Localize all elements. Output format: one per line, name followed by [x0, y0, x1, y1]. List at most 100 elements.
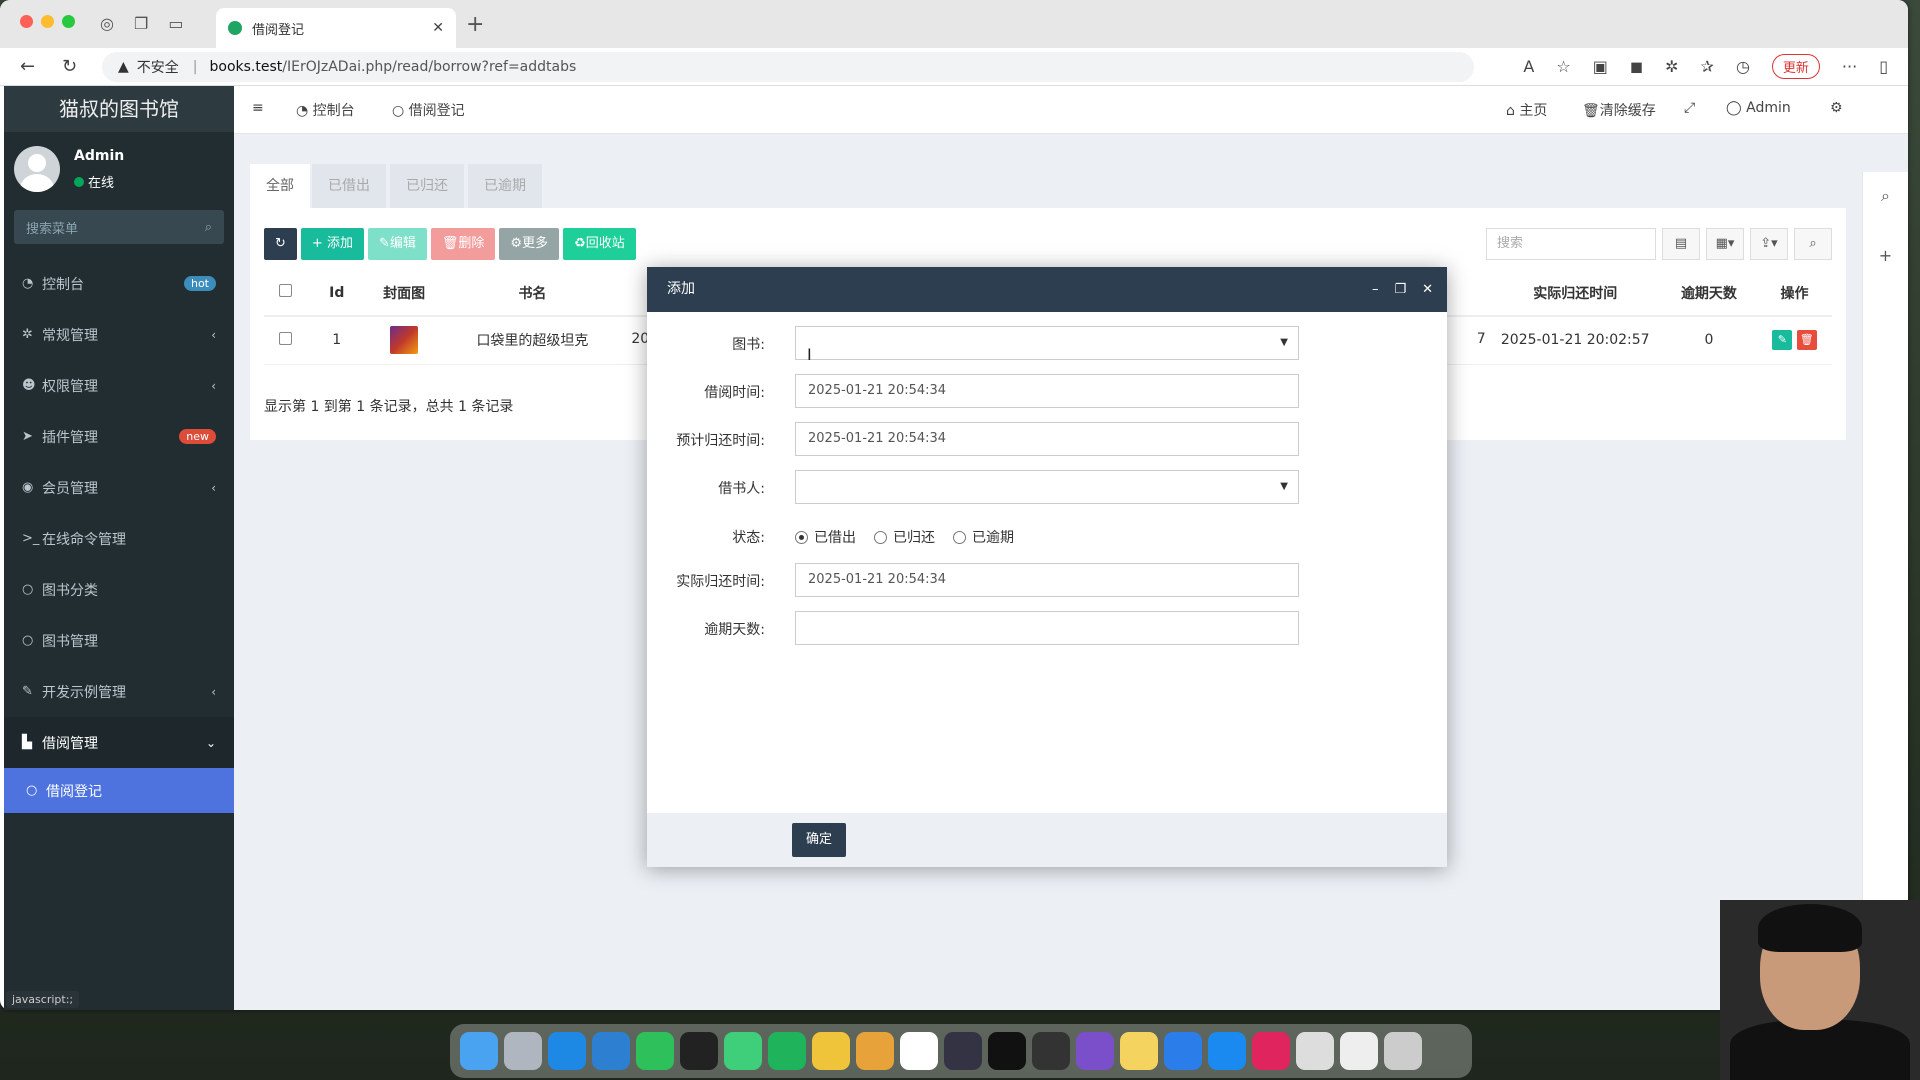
profile-icon[interactable]: ◎: [100, 14, 114, 33]
document-icon[interactable]: [1340, 1032, 1378, 1070]
refresh-button[interactable]: ↻: [264, 228, 297, 260]
vscode-icon[interactable]: [592, 1032, 630, 1070]
status-radio-borrowed[interactable]: 已借出: [795, 527, 856, 547]
appstore-icon[interactable]: [1208, 1032, 1246, 1070]
delete-button[interactable]: 🗑删除: [430, 228, 496, 260]
row-delete-icon[interactable]: 🗑: [1796, 330, 1817, 351]
settings-icon[interactable]: ⚙: [1830, 100, 1843, 116]
clear-cache-button[interactable]: 🗑清除缓存: [1582, 100, 1656, 120]
sidebar-item-book-category[interactable]: ○ 图书分类: [4, 564, 234, 615]
columns-icon[interactable]: ▦▾: [1706, 228, 1744, 260]
sidebar-item-borrow-manage[interactable]: ▙ 借阅管理 ⌄: [4, 717, 234, 768]
search-icon[interactable]: ⌕: [205, 220, 212, 235]
filter-tab-borrowed[interactable]: 已借出: [312, 164, 386, 208]
app-icon[interactable]: [812, 1032, 850, 1070]
add-icon[interactable]: +: [1863, 246, 1908, 265]
tab-borrow[interactable]: ○ 借阅登记: [392, 100, 465, 120]
maximize-icon[interactable]: ❐: [1394, 267, 1406, 312]
app4-icon[interactable]: [1252, 1032, 1290, 1070]
url-input[interactable]: ▲ 不安全 | books.test /IErOJzADai.php/read/…: [102, 52, 1474, 82]
sidebar-item-plugins[interactable]: ➤ 插件管理 new: [4, 411, 234, 462]
update-button[interactable]: 更新: [1771, 54, 1820, 79]
row-edit-icon[interactable]: ✎: [1772, 330, 1793, 351]
sidebar-item-dev-examples[interactable]: ✎ 开发示例管理 ‹: [4, 666, 234, 717]
fullscreen-icon[interactable]: ⤢: [1684, 100, 1695, 116]
status-radio-returned[interactable]: 已归还: [874, 527, 935, 547]
actual-return-input[interactable]: 2025-01-21 20:54:34: [795, 563, 1299, 597]
app2-icon[interactable]: [944, 1032, 982, 1070]
extension2-icon[interactable]: ◼: [1630, 57, 1643, 76]
menu-toggle-icon[interactable]: ≡: [252, 100, 264, 116]
browser-tab-active[interactable]: 借阅登记 ✕: [216, 8, 456, 48]
activity-icon[interactable]: [1032, 1032, 1070, 1070]
toggle-view-icon[interactable]: ▤: [1662, 228, 1700, 260]
sidebar-item-console[interactable]: ◔ 控制台 hot: [4, 258, 234, 309]
more-button[interactable]: ⚙更多: [499, 228, 560, 260]
mail-icon[interactable]: [1164, 1032, 1202, 1070]
borrow-time-input[interactable]: 2025-01-21 20:54:34: [795, 374, 1299, 408]
reload-icon[interactable]: ↻: [62, 56, 77, 77]
search-icon[interactable]: ⌕: [1863, 186, 1908, 206]
filter-tab-overdue[interactable]: 已逾期: [468, 164, 542, 208]
sidebar-item-command[interactable]: >_ 在线命令管理: [4, 513, 234, 564]
home-link[interactable]: ⌂ 主页: [1506, 100, 1547, 120]
more-icon[interactable]: ···: [1842, 57, 1857, 76]
filter-tab-returned[interactable]: 已归还: [390, 164, 464, 208]
finder-icon[interactable]: [460, 1032, 498, 1070]
read-aloud-icon[interactable]: A: [1523, 57, 1534, 76]
sidebar-toggle-icon[interactable]: ▯: [1879, 57, 1888, 76]
advanced-search-icon[interactable]: ⌕: [1794, 228, 1832, 260]
borrower-select[interactable]: ▼: [795, 470, 1299, 504]
folder-icon[interactable]: [1296, 1032, 1334, 1070]
overdue-days-input[interactable]: [795, 611, 1299, 645]
close-icon[interactable]: ✕: [1422, 267, 1433, 312]
confirm-button[interactable]: 确定: [792, 823, 847, 857]
extension-icon[interactable]: ▣: [1593, 57, 1608, 76]
header-id[interactable]: Id: [306, 270, 367, 317]
qq-icon[interactable]: [680, 1032, 718, 1070]
collections-icon[interactable]: ❐: [134, 14, 148, 33]
expected-return-input[interactable]: 2025-01-21 20:54:34: [795, 422, 1299, 456]
calendar-icon[interactable]: [900, 1032, 938, 1070]
notes-icon[interactable]: [1120, 1032, 1158, 1070]
menu-search-input[interactable]: 搜索菜单 ⌕: [14, 210, 224, 244]
status-radio-overdue[interactable]: 已逾期: [953, 527, 1014, 547]
sidebar-item-borrow-register[interactable]: ○ 借阅登记: [4, 768, 234, 813]
evernote-icon[interactable]: [724, 1032, 762, 1070]
filter-tab-all[interactable]: 全部: [250, 164, 310, 208]
select-all-checkbox[interactable]: [278, 284, 292, 297]
launchpad-icon[interactable]: [504, 1032, 542, 1070]
sidebar-item-book-manage[interactable]: ○ 图书管理: [4, 615, 234, 666]
terminal-icon[interactable]: [988, 1032, 1026, 1070]
new-tab-icon[interactable]: +: [466, 12, 484, 37]
trash-icon[interactable]: [1384, 1032, 1422, 1070]
minimize-window-button[interactable]: [41, 15, 54, 28]
close-window-button[interactable]: [20, 15, 33, 28]
edit-button[interactable]: ✎编辑: [367, 228, 427, 260]
back-icon[interactable]: ←: [20, 56, 35, 77]
history-icon[interactable]: ◷: [1736, 57, 1750, 76]
app3-icon[interactable]: [1076, 1032, 1114, 1070]
export-icon[interactable]: ⇪▾: [1750, 228, 1788, 260]
wechat-icon[interactable]: [636, 1032, 674, 1070]
hbuilder-icon[interactable]: [768, 1032, 806, 1070]
favorites-icon[interactable]: ✰: [1701, 57, 1714, 76]
admin-menu[interactable]: ◯ Admin: [1726, 100, 1791, 116]
tab-actions-icon[interactable]: ▭: [168, 14, 183, 33]
table-search-input[interactable]: 搜索: [1486, 228, 1656, 260]
row-checkbox[interactable]: [278, 331, 292, 345]
book-select[interactable]: ▼: [795, 326, 1299, 360]
sidebar-item-members[interactable]: ◉ 会员管理 ‹: [4, 462, 234, 513]
tab-console[interactable]: ◔ 控制台: [296, 100, 355, 120]
recycle-button[interactable]: ♻回收站: [563, 228, 636, 260]
photos-icon[interactable]: [856, 1032, 894, 1070]
edge-icon[interactable]: [548, 1032, 586, 1070]
favorite-star-icon[interactable]: ☆: [1556, 57, 1570, 76]
sidebar-item-permission[interactable]: ☻ 权限管理 ‹: [4, 360, 234, 411]
add-button[interactable]: + 添加: [300, 228, 364, 260]
close-tab-icon[interactable]: ✕: [432, 20, 444, 36]
sidebar-item-general[interactable]: ✲ 常规管理 ‹: [4, 309, 234, 360]
minimize-icon[interactable]: –: [1372, 267, 1379, 312]
app-logo[interactable]: 猫叔的图书馆: [4, 86, 234, 132]
maximize-window-button[interactable]: [62, 15, 75, 28]
